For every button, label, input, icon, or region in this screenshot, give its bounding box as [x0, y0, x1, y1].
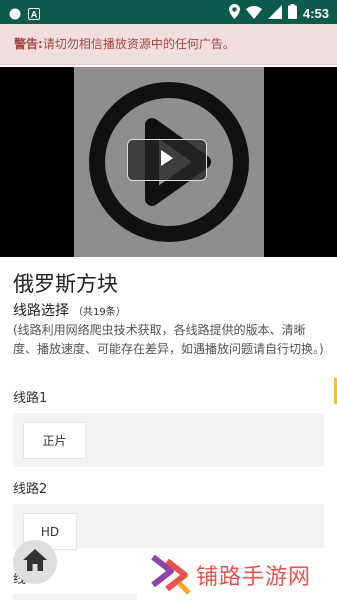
route-label: 线路1	[13, 391, 48, 406]
warning-text: 请切勿相信播放资源中的任何广告。	[42, 37, 235, 51]
status-bar: A 4:53	[0, 0, 337, 24]
home-icon	[22, 548, 48, 576]
play-icon	[159, 149, 175, 171]
episode-button[interactable]: 正片	[23, 422, 86, 459]
battery-icon	[287, 4, 297, 23]
home-button[interactable]	[13, 540, 57, 584]
route-note: (线路利用网络爬虫技术获取，各线路提供的版本、清晰度、播放速度、可能存在差异，如…	[13, 323, 324, 356]
watermark: 铺路手游网	[137, 548, 337, 600]
svg-text:A: A	[31, 10, 38, 20]
watermark-text: 铺路手游网	[196, 565, 312, 590]
location-icon	[228, 4, 240, 23]
route-label: 线路2	[13, 482, 48, 497]
page-title: 俄罗斯方块	[13, 272, 118, 296]
wifi-icon	[245, 4, 262, 23]
warning-banner: 警告:请切勿相信播放资源中的任何广告。	[0, 24, 337, 65]
route-episodes-box: HD	[13, 504, 324, 550]
route-heading-label: 线路选择	[13, 303, 69, 319]
brand-logo-icon	[149, 553, 193, 599]
warning-prefix: 警告:	[14, 37, 43, 51]
circle-notification-icon	[9, 5, 21, 24]
route-heading: 线路选择 （共19条）	[13, 300, 126, 320]
signal-icon	[267, 4, 282, 23]
play-button[interactable]	[127, 139, 207, 181]
status-time: 4:53	[302, 6, 329, 21]
route-episodes-box: 正片	[13, 413, 324, 467]
route-count: （共19条）	[73, 307, 126, 318]
a-box-icon: A	[28, 5, 40, 24]
video-player[interactable]	[0, 67, 337, 257]
